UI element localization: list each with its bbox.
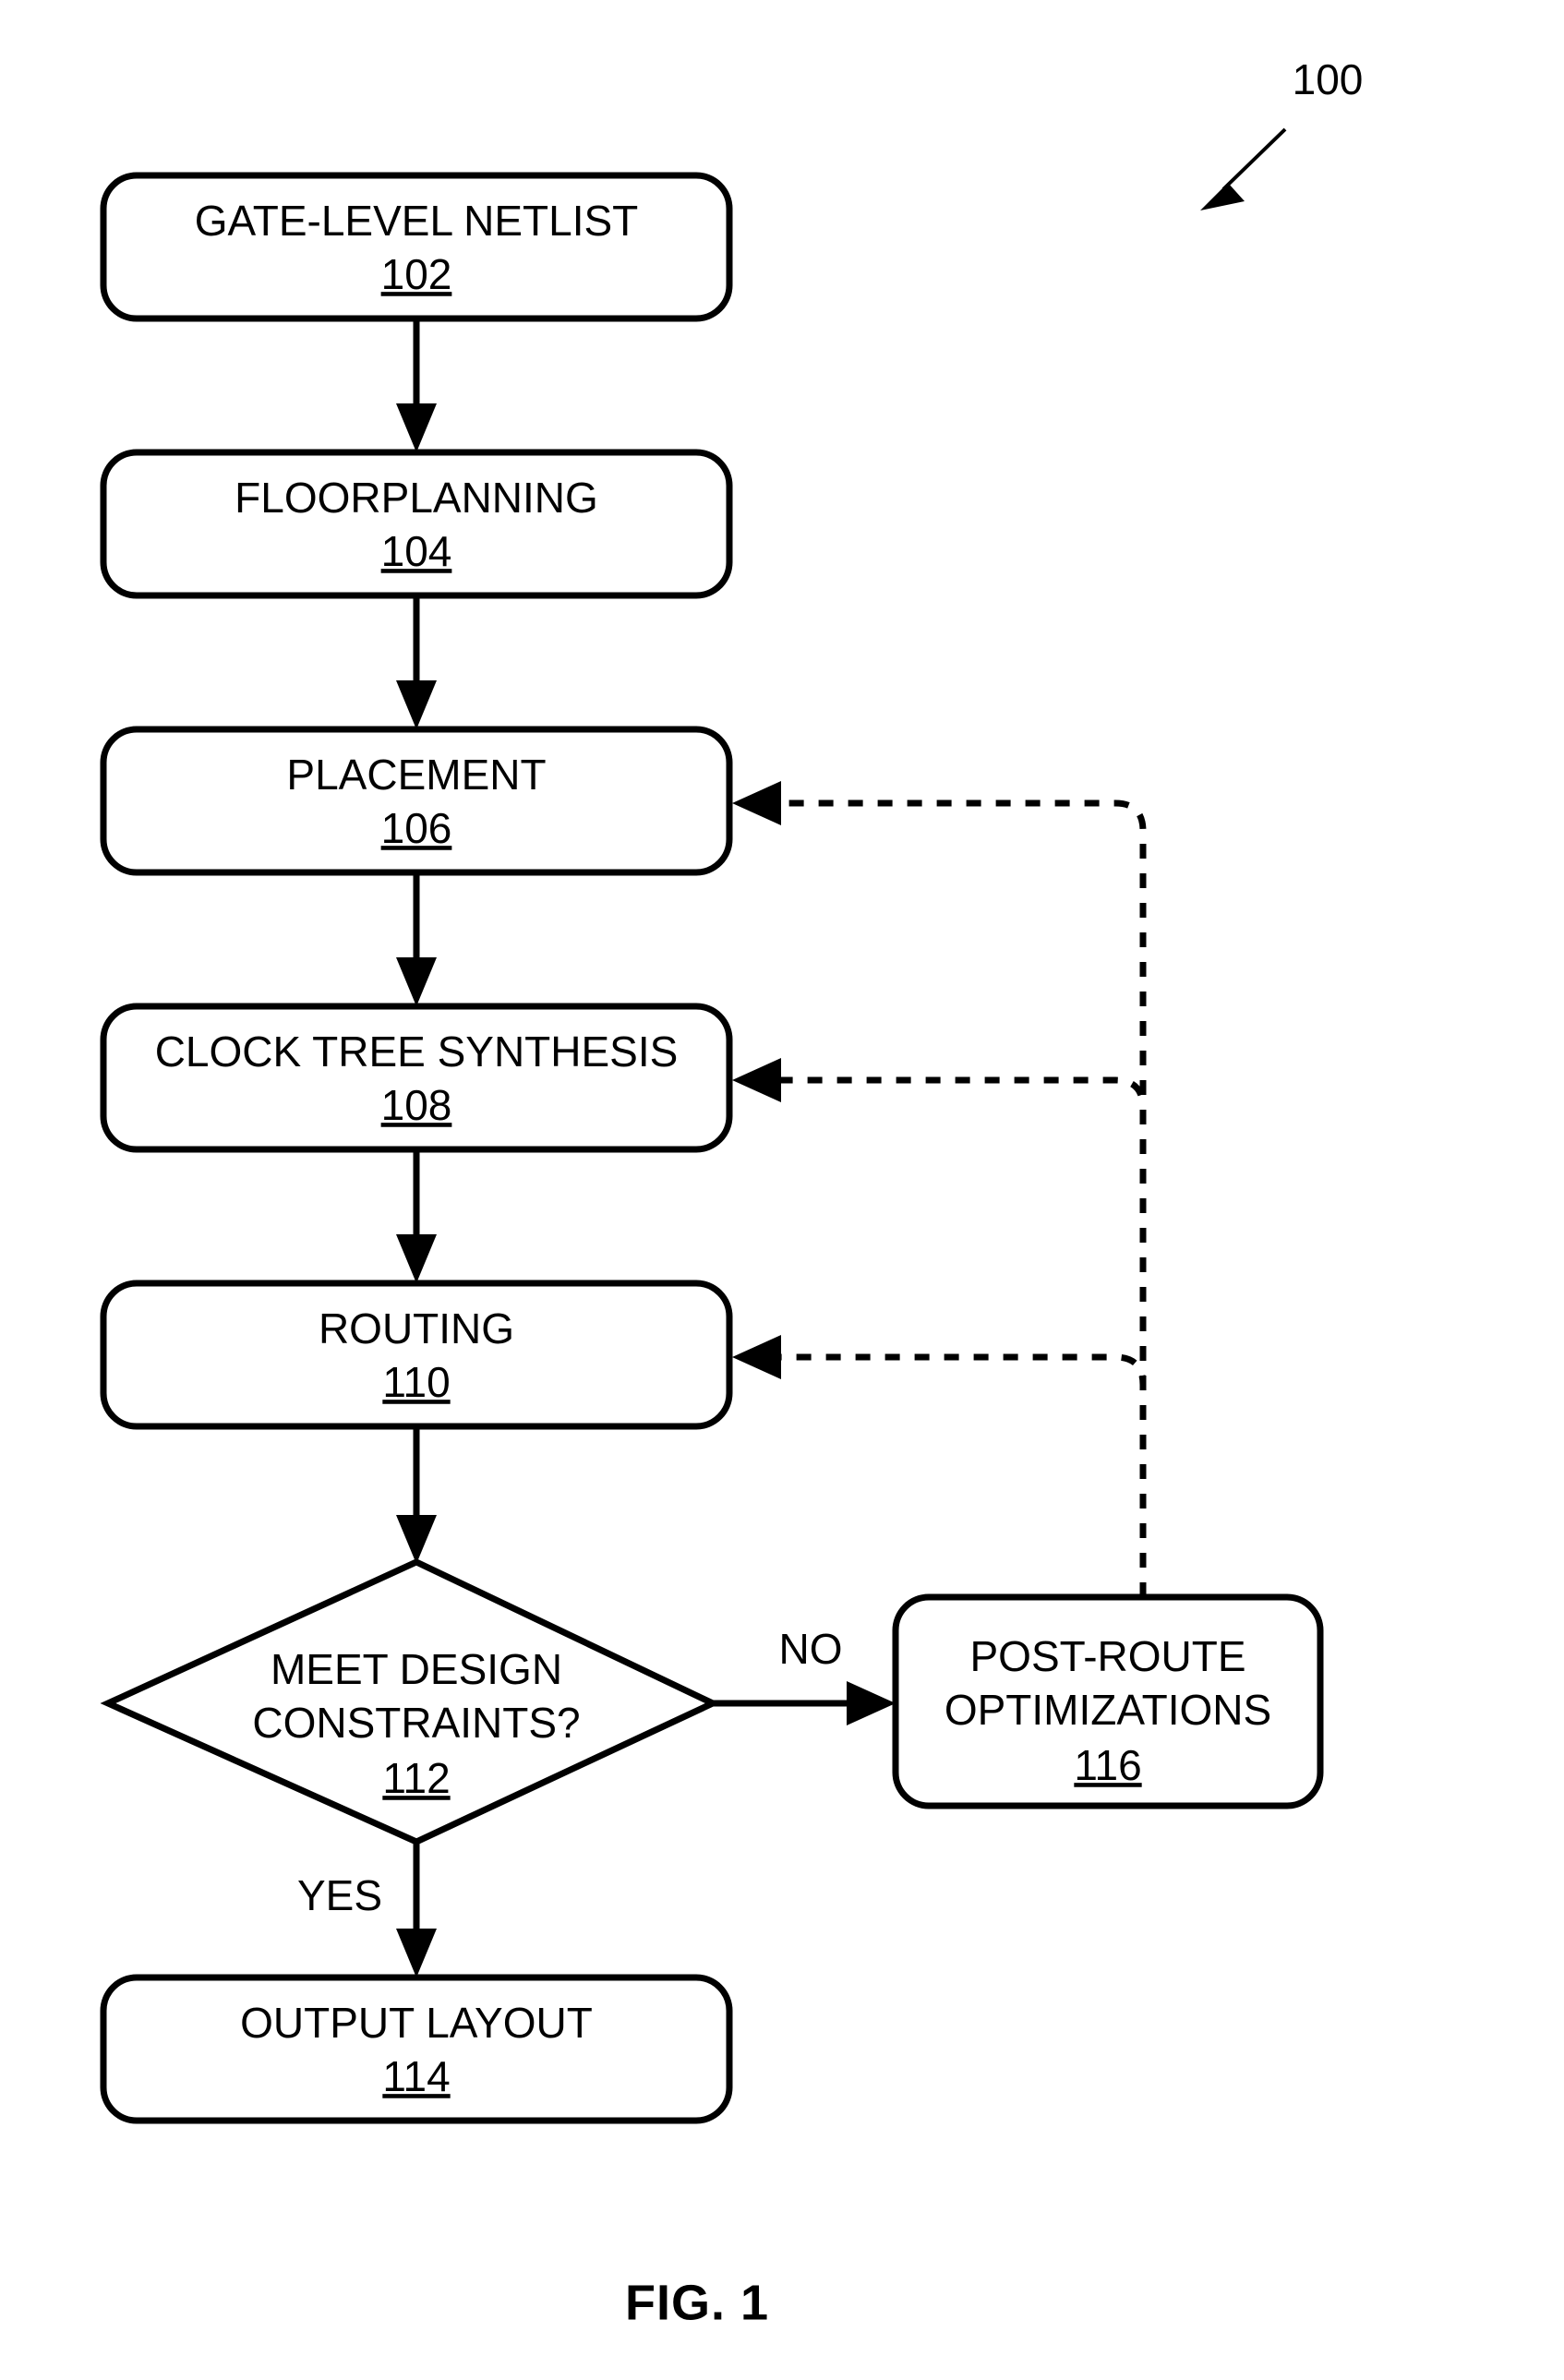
figure-reference-arrowhead [1200, 183, 1245, 210]
feedback-post-route-to-placement [732, 781, 1147, 1597]
edge-floorplanning-to-placement-arrowhead [396, 680, 437, 729]
figure-caption: FIG. 1 [625, 2275, 769, 2330]
node-meet-design-constraints-label-line2: CONSTRAINTS? [252, 1699, 580, 1747]
edge-label-yes: YES [297, 1871, 382, 1919]
node-placement[interactable]: PLACEMENT 106 [100, 726, 733, 876]
node-output-layout[interactable]: OUTPUT LAYOUT 114 [100, 1974, 733, 2124]
feedback-post-route-to-cts-arrowhead [732, 1058, 781, 1102]
node-post-route-optimizations-label-line2: OPTIMIZATIONS [944, 1686, 1271, 1734]
edge-floorplanning-to-placement [396, 595, 437, 729]
edge-decision-no-to-post-route [713, 1681, 896, 1725]
node-post-route-optimizations-label-line1: POST-ROUTE [969, 1632, 1245, 1680]
figure-page: 100 GATE-LEVEL NETLIST 102 FLOORPLANNING… [0, 0, 1564, 2380]
node-gate-level-netlist-label: GATE-LEVEL NETLIST [195, 197, 639, 245]
node-output-layout-label: OUTPUT LAYOUT [240, 1999, 593, 2047]
feedback-post-route-to-routing-arrowhead [732, 1335, 781, 1379]
edge-placement-to-cts-arrowhead [396, 957, 437, 1006]
edge-decision-no-arrowhead [847, 1681, 896, 1725]
figure-reference-lead-line [1221, 127, 1287, 191]
node-meet-design-constraints-ref: 112 [382, 1754, 450, 1802]
feedback-post-route-to-routing-path [778, 1353, 1147, 1597]
edge-netlist-to-floorplanning [396, 319, 437, 452]
node-gate-level-netlist[interactable]: GATE-LEVEL NETLIST 102 [100, 172, 733, 322]
feedback-post-route-to-routing [732, 1335, 1147, 1597]
figure-reference-numeral: 100 [1293, 55, 1364, 103]
node-placement-ref: 106 [381, 804, 452, 852]
node-clock-tree-synthesis[interactable]: CLOCK TREE SYNTHESIS 108 [100, 1003, 733, 1153]
node-placement-label: PLACEMENT [286, 751, 546, 799]
node-clock-tree-synthesis-ref: 108 [381, 1081, 452, 1129]
node-post-route-optimizations[interactable]: POST-ROUTE OPTIMIZATIONS 116 [892, 1593, 1324, 1809]
node-floorplanning[interactable]: FLOORPLANNING 104 [100, 449, 733, 599]
feedback-post-route-to-cts-path [778, 1076, 1147, 1597]
feedback-post-route-to-placement-arrowhead [732, 781, 781, 825]
node-gate-level-netlist-ref: 102 [381, 250, 452, 298]
feedback-post-route-to-placement-path [778, 799, 1147, 1597]
node-routing-ref: 110 [382, 1358, 450, 1406]
edge-routing-to-decision [396, 1426, 437, 1564]
node-output-layout-ref: 114 [382, 2052, 450, 2100]
node-post-route-optimizations-ref: 116 [1074, 1741, 1141, 1789]
node-clock-tree-synthesis-label: CLOCK TREE SYNTHESIS [155, 1028, 679, 1076]
edge-decision-yes-to-output [396, 1842, 437, 1977]
edge-placement-to-cts [396, 872, 437, 1006]
edge-cts-to-routing [396, 1149, 437, 1283]
node-floorplanning-label: FLOORPLANNING [235, 474, 598, 522]
node-routing[interactable]: ROUTING 110 [100, 1280, 733, 1430]
edge-routing-to-decision-arrowhead [396, 1515, 437, 1564]
feedback-post-route-to-cts [732, 1058, 1147, 1597]
node-floorplanning-ref: 104 [381, 527, 452, 575]
node-meet-design-constraints-label-line1: MEET DESIGN [271, 1645, 562, 1693]
edge-decision-yes-arrowhead [396, 1929, 437, 1977]
node-meet-design-constraints[interactable]: MEET DESIGN CONSTRAINTS? 112 [100, 1558, 721, 1845]
flowchart-canvas: 100 GATE-LEVEL NETLIST 102 FLOORPLANNING… [100, 55, 1364, 2330]
edge-label-no: NO [779, 1625, 843, 1673]
edge-cts-to-routing-arrowhead [396, 1234, 437, 1283]
edge-netlist-to-floorplanning-arrowhead [396, 403, 437, 452]
figure-reference-callout [1200, 127, 1287, 210]
node-routing-label: ROUTING [319, 1304, 514, 1352]
